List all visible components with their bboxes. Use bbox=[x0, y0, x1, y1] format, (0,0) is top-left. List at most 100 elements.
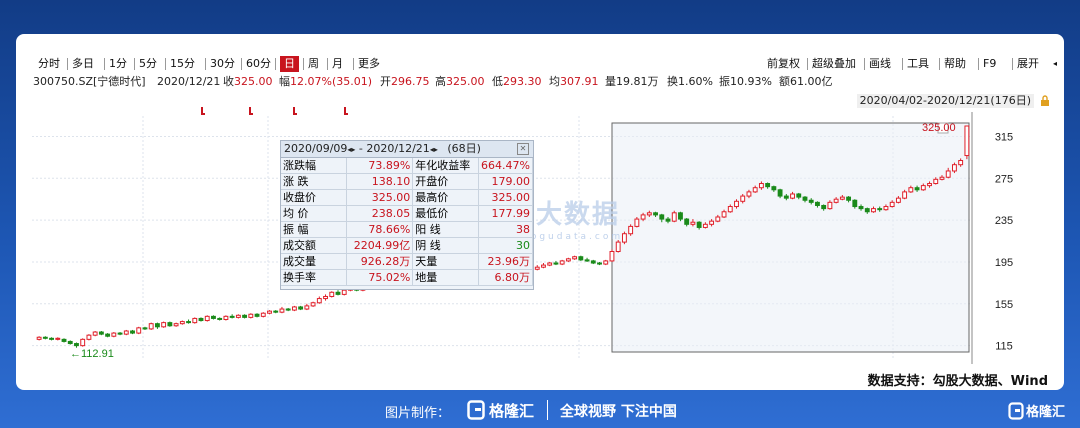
period-tab-3[interactable]: 5分 bbox=[139, 56, 157, 72]
corner-brand: 格隆汇 bbox=[1026, 405, 1066, 420]
candle-body bbox=[329, 291, 335, 297]
stat-value: 664.47% bbox=[478, 158, 533, 174]
candle-body bbox=[709, 220, 715, 225]
candle-body bbox=[858, 206, 864, 210]
candle-body bbox=[939, 176, 945, 180]
range-start-date[interactable]: 2020/09/09 bbox=[284, 142, 347, 155]
expand-arrow-icon[interactable]: ◂ bbox=[1053, 56, 1057, 72]
range-end-date[interactable]: 2020/12/21 bbox=[366, 142, 429, 155]
stat-value: 75.02% bbox=[346, 269, 414, 286]
toolbar-separator bbox=[327, 58, 328, 70]
tool-button-3[interactable]: 工具 bbox=[907, 56, 929, 72]
low-value: 293.30 bbox=[503, 75, 542, 88]
candle-body bbox=[547, 262, 553, 266]
event-marker-icon bbox=[344, 107, 348, 115]
tool-button-6[interactable]: 展开 bbox=[1017, 56, 1039, 72]
candle-body bbox=[36, 336, 42, 340]
stats-row: 成交量 926.28万 天量 23.96万 bbox=[281, 253, 533, 270]
range-days: (68日) bbox=[447, 142, 481, 155]
candle-body bbox=[534, 266, 540, 270]
amplitude-label: 振 bbox=[719, 75, 730, 88]
candle-body bbox=[161, 322, 167, 328]
toolbar: 分时 多日 1分 5分 15分 30分 60分日周月更多 前复权 超级叠加 画线 工具 帮助 F9 展开 ◂ bbox=[16, 56, 1064, 72]
candle-body bbox=[640, 214, 646, 220]
stat-label: 年化收益率 bbox=[412, 158, 480, 174]
candle-body bbox=[67, 340, 73, 345]
candle-body bbox=[765, 183, 771, 188]
candle-body bbox=[211, 315, 216, 319]
candle-body bbox=[248, 313, 254, 318]
candle-body bbox=[553, 262, 559, 265]
candle-body bbox=[565, 258, 571, 262]
volume-label: 量 bbox=[605, 75, 616, 88]
tool-button-5[interactable]: F9 bbox=[983, 56, 996, 72]
turnover-value: 1.60% bbox=[678, 75, 713, 88]
candle-body bbox=[285, 308, 291, 311]
period-tab-9[interactable]: 月 bbox=[332, 56, 343, 72]
candle-body bbox=[223, 315, 229, 320]
period-tab-4[interactable]: 15分 bbox=[170, 56, 195, 72]
y-tick-label: 155 bbox=[995, 299, 1013, 311]
y-tick-label: 315 bbox=[995, 131, 1013, 143]
period-tab-10[interactable]: 更多 bbox=[358, 56, 380, 72]
period-tab-6[interactable]: 60分 bbox=[246, 56, 271, 72]
date-range-label: 2020/04/02-2020/12/21(176日) bbox=[856, 94, 1034, 108]
candle-body bbox=[291, 306, 297, 311]
toolbar-separator bbox=[205, 58, 206, 70]
candle-body bbox=[752, 187, 758, 193]
candle-body bbox=[964, 125, 970, 157]
tool-button-2[interactable]: 画线 bbox=[869, 56, 891, 72]
made-by-label: 图片制作： bbox=[385, 406, 451, 421]
candle-body bbox=[665, 218, 671, 222]
toolbar-separator bbox=[67, 58, 68, 70]
y-tick-label: 115 bbox=[995, 341, 1013, 353]
candle-body bbox=[92, 331, 98, 336]
period-tab-5[interactable]: 30分 bbox=[210, 56, 235, 72]
range-stats-popup[interactable]: 2020/09/09◂▸ - 2020/12/21◂▸ (68日) ✕ 涨跌幅 7… bbox=[280, 140, 534, 290]
period-tab-0[interactable]: 分时 bbox=[38, 56, 60, 72]
range-end-arrows-icon[interactable]: ◂▸ bbox=[430, 145, 438, 154]
stock-code: 300750.SZ[宁德时代] bbox=[33, 75, 146, 88]
y-tick-label: 275 bbox=[995, 173, 1013, 185]
candle-body bbox=[920, 185, 926, 191]
candle-body bbox=[192, 317, 198, 324]
stat-value: 6.80万 bbox=[478, 269, 533, 286]
candle-body bbox=[889, 201, 895, 208]
stat-label: 阳 线 bbox=[412, 221, 480, 238]
toolbar-separator bbox=[241, 58, 242, 70]
candle-body bbox=[958, 160, 964, 166]
tool-button-1[interactable]: 超级叠加 bbox=[812, 56, 856, 72]
range-stats-header: 2020/09/09◂▸ - 2020/12/21◂▸ (68日) ✕ bbox=[281, 141, 533, 158]
candle-body bbox=[634, 218, 640, 227]
candle-body bbox=[186, 321, 191, 324]
kline-panel: 115 155 195 235 275 315 ←112.91 325.00 分时 多日 1分 5分… bbox=[16, 34, 1064, 390]
candle-body bbox=[541, 264, 546, 268]
open-label: 开 bbox=[380, 75, 391, 88]
period-tab-2[interactable]: 1分 bbox=[109, 56, 127, 72]
period-tab-8[interactable]: 周 bbox=[308, 56, 319, 72]
candle-body bbox=[584, 259, 590, 262]
candle-body bbox=[690, 221, 696, 225]
candle-body bbox=[142, 327, 148, 330]
tool-button-0[interactable]: 前复权 bbox=[767, 56, 800, 72]
stat-value: 926.28万 bbox=[346, 253, 414, 270]
stat-value: 73.89% bbox=[346, 158, 414, 174]
tool-button-4[interactable]: 帮助 bbox=[944, 56, 966, 72]
candle-body bbox=[802, 196, 808, 201]
change-value: 12.07%(35.01) bbox=[290, 75, 373, 88]
candle-body bbox=[808, 199, 814, 203]
stat-label: 最高价 bbox=[412, 189, 480, 206]
candle-body bbox=[734, 200, 739, 208]
candle-body bbox=[927, 183, 932, 187]
lock-icon[interactable] bbox=[1040, 95, 1050, 106]
candle-body bbox=[671, 212, 677, 222]
period-tab-7[interactable]: 日 bbox=[280, 56, 299, 72]
close-icon[interactable]: ✕ bbox=[517, 143, 529, 155]
max-price-label: 325.00 bbox=[922, 122, 956, 134]
candle-body bbox=[86, 334, 92, 340]
stat-value: 2204.99亿 bbox=[346, 237, 414, 254]
gelonghui-logo-icon bbox=[467, 400, 485, 420]
period-tab-1[interactable]: 多日 bbox=[72, 56, 94, 72]
banner-divider bbox=[547, 400, 548, 420]
toolbar-separator bbox=[303, 58, 304, 70]
